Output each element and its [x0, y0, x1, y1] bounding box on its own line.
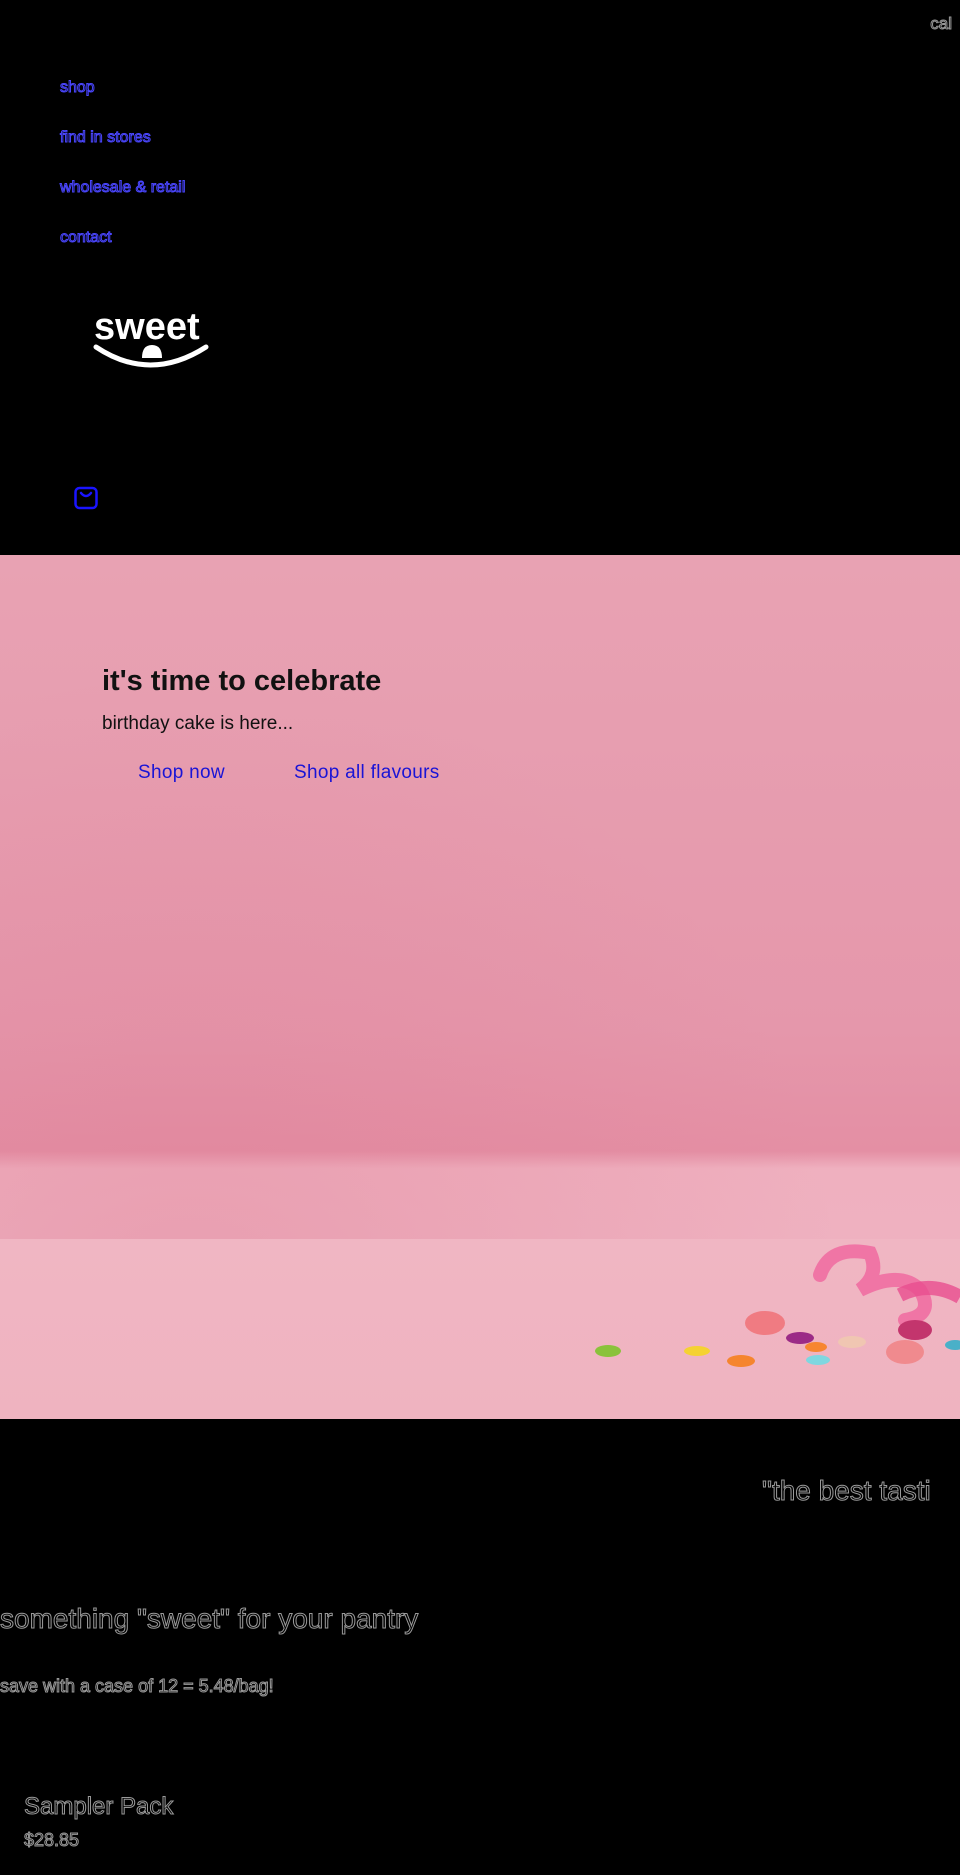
- site-logo[interactable]: sweet: [92, 305, 212, 375]
- shop-all-flavours-button[interactable]: Shop all flavours: [294, 762, 440, 784]
- hero-subtitle: birthday cake is here...: [102, 713, 294, 734]
- product-title[interactable]: Sampler Pack: [23, 1793, 173, 1821]
- shop-now-button[interactable]: Shop now: [138, 762, 225, 784]
- logo-wordmark: sweet: [94, 306, 200, 348]
- nav-item-shop[interactable]: shop: [59, 78, 185, 128]
- shopping-bag-icon[interactable]: [73, 485, 99, 511]
- collection-subheading: save with a case of 12 = 5.48/bag!: [0, 1676, 274, 1697]
- hero-title: it's time to celebrate: [102, 665, 382, 697]
- product-price: $28.85: [23, 1830, 80, 1851]
- nav-item-wholesale-retail[interactable]: wholesale & retail: [59, 178, 185, 228]
- testimonial-marquee: "the best tasti: [762, 1475, 932, 1507]
- header-corner-text[interactable]: cal: [930, 14, 953, 34]
- main-navigation: shop find in stores wholesale & retail c…: [59, 78, 185, 278]
- nav-item-contact[interactable]: contact: [59, 228, 185, 278]
- hero-banner: it's time to celebrate birthday cake is …: [0, 555, 960, 1419]
- collection-heading: something "sweet" for your pantry: [0, 1603, 419, 1635]
- nav-item-find-in-stores[interactable]: find in stores: [59, 128, 185, 178]
